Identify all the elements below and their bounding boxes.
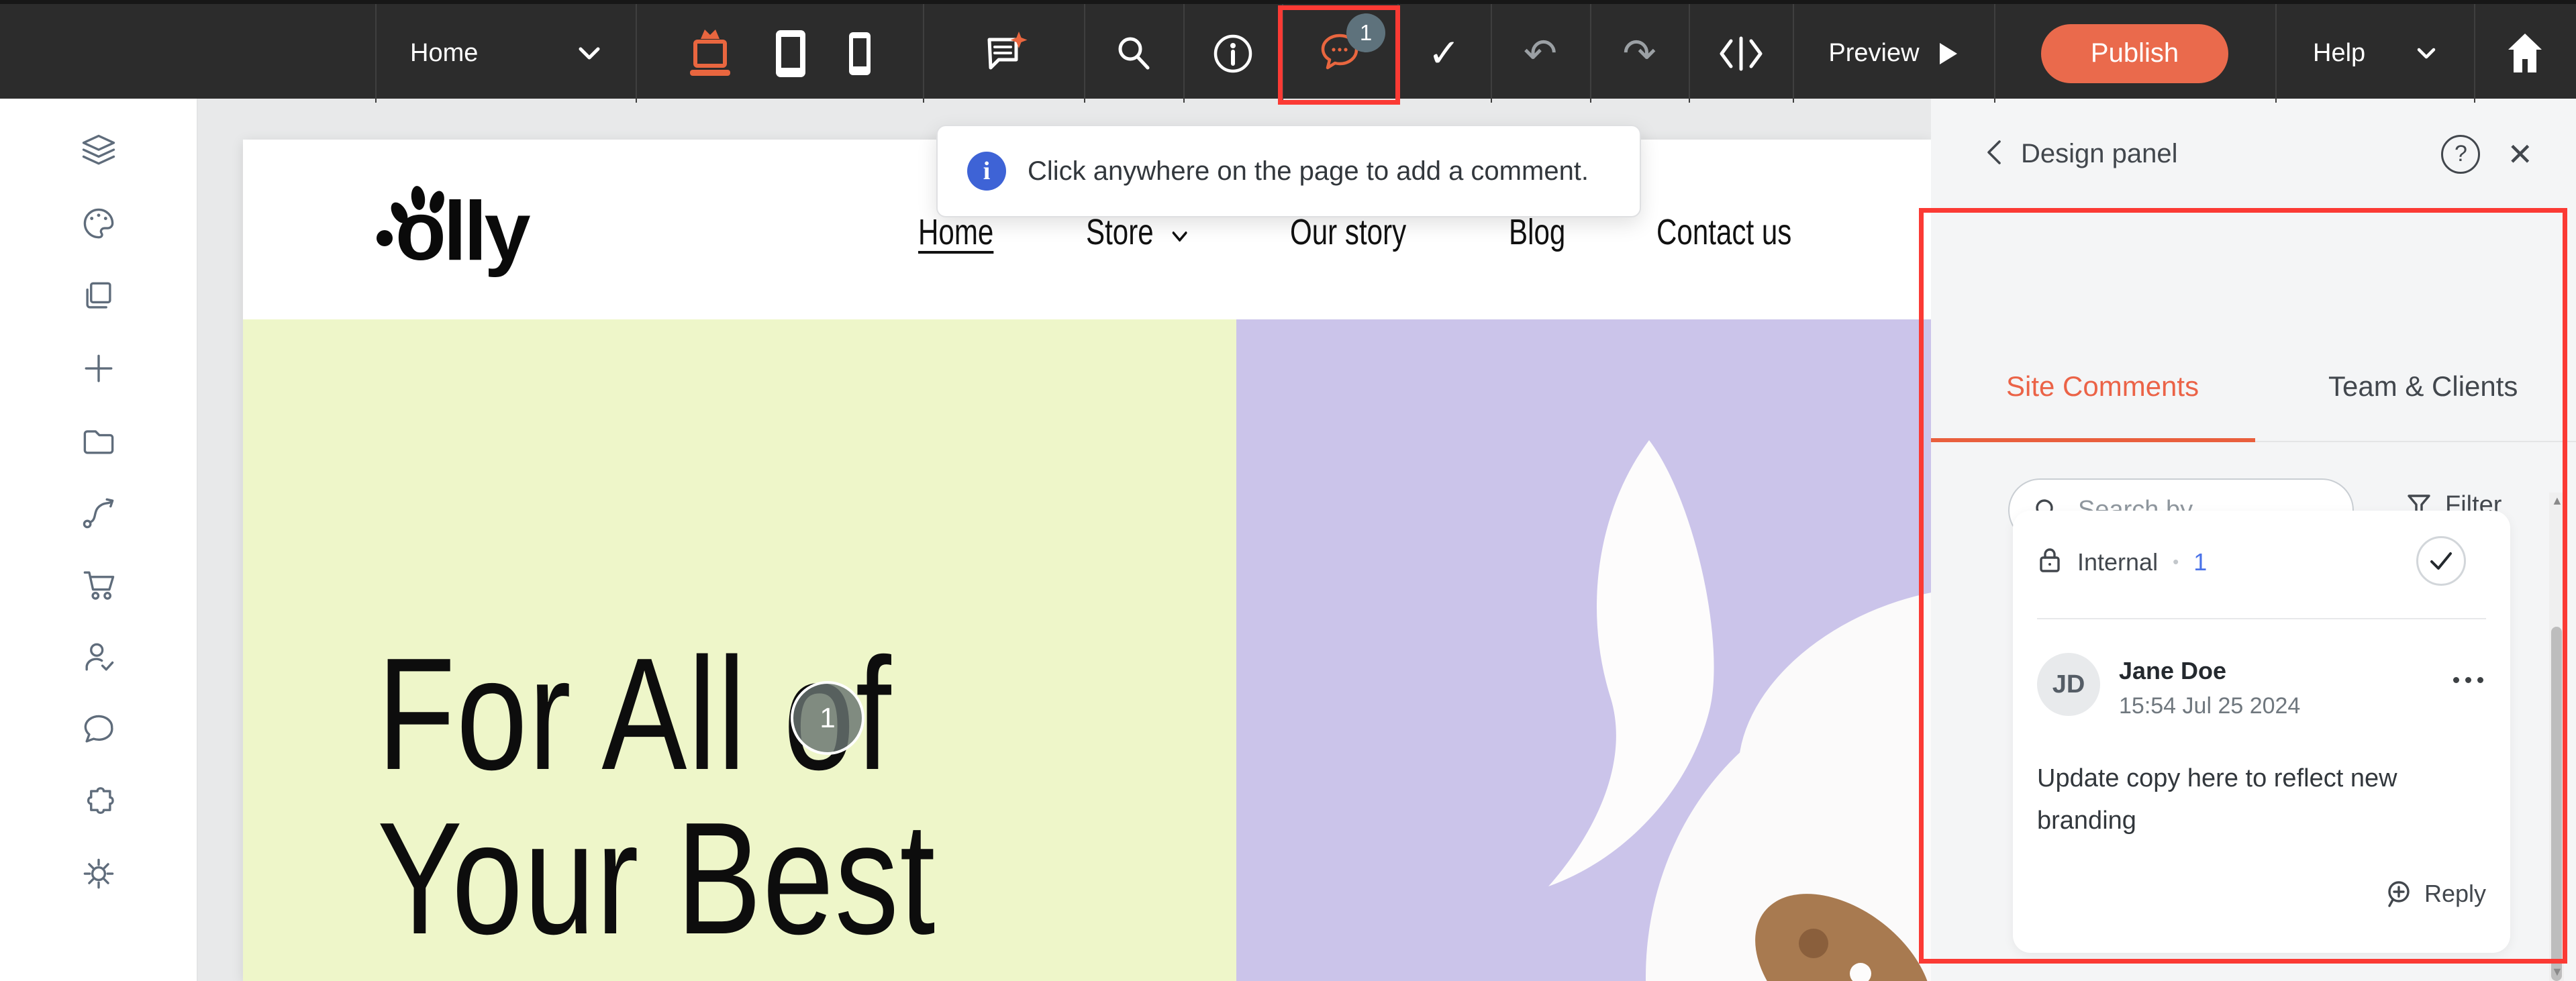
design-panel: Design panel ? ✕ Site Comments Team & Cl…: [1931, 99, 2576, 981]
undo-icon: ↶: [1524, 34, 1557, 74]
left-sidebar: [0, 99, 198, 981]
puzzle-icon[interactable]: [76, 778, 121, 824]
comments-count-badge: 1: [1346, 13, 1385, 52]
help-label: Help: [2313, 39, 2365, 68]
thread-visibility: Internal: [2077, 548, 2158, 576]
reply-plus-bubble-icon: [2384, 878, 2414, 909]
cart-icon[interactable]: [76, 562, 121, 607]
settings-gear-icon[interactable]: [76, 851, 121, 896]
site-nav-contact[interactable]: Contact us: [1656, 211, 1791, 253]
thread-header: Internal • 1: [2037, 546, 2486, 578]
pages-icon[interactable]: [76, 273, 121, 319]
panel-title: Design panel: [2021, 139, 2178, 169]
home-icon: [2504, 31, 2546, 76]
route-icon[interactable]: [76, 490, 121, 535]
comments-button[interactable]: 1: [1282, 4, 1397, 103]
active-tab-underline: [1931, 438, 2255, 442]
check-icon: [2428, 550, 2455, 572]
chevron-down-icon: [1171, 211, 1189, 253]
play-icon: [1938, 42, 1959, 66]
redo-icon: ↷: [1622, 34, 1656, 74]
panel-header: Design panel ? ✕: [1931, 99, 2576, 209]
desktop-device-icon[interactable]: [686, 27, 734, 81]
reply-label: Reply: [2424, 880, 2486, 908]
member-check-icon[interactable]: [76, 634, 121, 680]
folder-icon[interactable]: [76, 417, 121, 463]
preview-button[interactable]: Preview: [1793, 4, 1994, 103]
ai-assistant-button[interactable]: [923, 4, 1084, 103]
comment-body: Update copy here to reflect new branding: [2037, 758, 2480, 841]
chat-icon[interactable]: [76, 707, 121, 752]
site-nav-our-story[interactable]: Our story: [1290, 211, 1406, 253]
preview-label: Preview: [1828, 39, 1919, 68]
close-icon[interactable]: ✕: [2507, 136, 2533, 172]
scrollbar-thumb[interactable]: [2551, 627, 2562, 981]
thread-divider: [2037, 618, 2486, 619]
dog-photo-illustration: [1236, 319, 1931, 981]
tab-site-comments[interactable]: Site Comments: [2006, 370, 2199, 403]
layers-icon[interactable]: [76, 128, 121, 174]
site-nav-blog[interactable]: Blog: [1509, 211, 1565, 253]
more-options-icon[interactable]: [2453, 677, 2483, 683]
lock-icon: [2037, 546, 2063, 578]
tab-team-clients[interactable]: Team & Clients: [2328, 370, 2518, 403]
undo-button[interactable]: ↶: [1491, 4, 1590, 103]
code-button[interactable]: [1689, 4, 1793, 103]
comment-timestamp: 15:54 Jul 25 2024: [2119, 693, 2300, 719]
device-switcher: [636, 4, 923, 103]
top-toolbar: Home: [0, 0, 2576, 99]
resolve-mode-button[interactable]: ✓: [1397, 4, 1491, 103]
panel-scrollbar[interactable]: ▲ ▼: [2549, 493, 2564, 981]
tooltip-text: Click anywhere on the page to add a comm…: [1028, 156, 1589, 187]
info-icon: i: [967, 152, 1006, 191]
comment-marker-1[interactable]: 1: [791, 681, 864, 755]
mobile-device-icon[interactable]: [847, 30, 873, 77]
resolve-thread-button[interactable]: [2416, 536, 2466, 586]
check-icon: ✓: [1428, 34, 1460, 73]
publish-button[interactable]: Publish: [2041, 24, 2228, 83]
page-selector-label: Home: [410, 39, 478, 68]
hero-heading-line2[interactable]: Your Best: [377, 787, 936, 970]
site-logo[interactable]: olly: [373, 171, 581, 282]
publish-area: Publish: [1994, 4, 2275, 103]
author-avatar: JD: [2037, 653, 2100, 716]
dashboard-home-button[interactable]: [2474, 4, 2576, 103]
redo-button[interactable]: ↷: [1590, 4, 1689, 103]
info-button[interactable]: [1183, 4, 1282, 103]
thread-count: 1: [2193, 548, 2207, 576]
comment-thread-card[interactable]: Internal • 1 JD Jane Doe 15:54 Jul 25 20…: [2013, 511, 2510, 953]
site-nav-store-label: Store: [1086, 212, 1154, 252]
svg-text:olly: olly: [395, 185, 531, 278]
author-name: Jane Doe: [2119, 657, 2226, 685]
reply-button[interactable]: Reply: [2384, 878, 2486, 909]
chevron-down-icon: [578, 46, 601, 61]
palette-icon[interactable]: [76, 201, 121, 246]
back-chevron-icon[interactable]: [1983, 138, 2003, 170]
tablet-device-icon[interactable]: [773, 28, 808, 80]
comment-mode-tooltip: i Click anywhere on the page to add a co…: [936, 125, 1641, 217]
scroll-down-arrow[interactable]: ▼: [2551, 965, 2563, 979]
add-elements-icon[interactable]: [76, 346, 121, 391]
dot-separator: •: [2173, 552, 2179, 572]
chevron-down-icon: [2416, 47, 2436, 60]
page-selector[interactable]: Home: [375, 4, 636, 103]
panel-tabs: Site Comments Team & Clients: [1931, 209, 2576, 431]
hero-image-dog[interactable]: [1236, 319, 1931, 981]
site-nav-store[interactable]: Store: [1086, 211, 1189, 253]
help-menu[interactable]: Help: [2275, 4, 2474, 103]
site-nav-home[interactable]: Home: [918, 211, 993, 253]
search-button[interactable]: [1084, 4, 1183, 103]
help-icon[interactable]: ?: [2441, 135, 2480, 174]
scroll-up-arrow[interactable]: ▲: [2551, 494, 2563, 508]
